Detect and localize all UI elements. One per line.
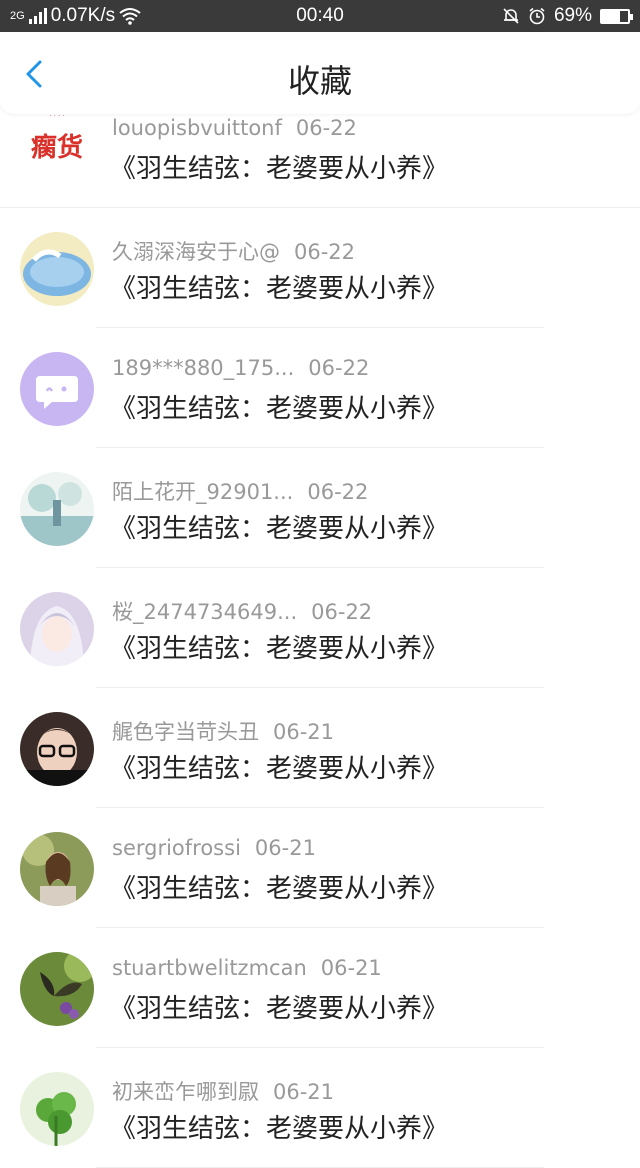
avatar bbox=[20, 592, 94, 666]
username: 艉色字当苛头丑 bbox=[112, 720, 259, 744]
page-title: 收藏 bbox=[287, 62, 352, 100]
username: sergriofrossi bbox=[112, 836, 241, 860]
favorites-list: · · · · 瘸货 louopisbvuittonf 06-22 《羽生结弦：老… bbox=[0, 88, 640, 1168]
item-meta: 初来峦乍哪到叞 06-21 bbox=[112, 1076, 334, 1106]
svg-text:瘸货: 瘸货 bbox=[31, 132, 83, 163]
battery-level bbox=[602, 10, 620, 22]
item-title: 《羽生结弦：老婆要从小养》 bbox=[110, 514, 449, 544]
avatar bbox=[20, 712, 94, 786]
item-date: 06-22 bbox=[307, 480, 369, 504]
list-item[interactable]: 陌上花开_92901... 06-22 《羽生结弦：老婆要从小养》 bbox=[0, 448, 640, 568]
item-date: 06-21 bbox=[273, 720, 335, 744]
list-item[interactable]: 桜_2474734649... 06-22 《羽生结弦：老婆要从小养》 bbox=[0, 568, 640, 688]
item-meta: 艉色字当苛头丑 06-21 bbox=[112, 716, 334, 746]
username: 189***880_175... bbox=[112, 356, 295, 380]
item-title: 《羽生结弦：老婆要从小养》 bbox=[110, 154, 449, 184]
chevron-left-icon bbox=[26, 60, 42, 88]
list-item[interactable]: 初来峦乍哪到叞 06-21 《羽生结弦：老婆要从小养》 bbox=[0, 1048, 640, 1168]
item-meta: 久溺深海安于心@ 06-22 bbox=[112, 236, 355, 266]
avatar bbox=[20, 352, 94, 426]
list-item[interactable]: 艉色字当苛头丑 06-21 《羽生结弦：老婆要从小养》 bbox=[0, 688, 640, 808]
item-title: 《羽生结弦：老婆要从小养》 bbox=[110, 994, 449, 1024]
item-date: 06-22 bbox=[294, 240, 356, 264]
list-item[interactable]: stuartbwelitzmcan 06-21 《羽生结弦：老婆要从小养》 bbox=[0, 928, 640, 1048]
avatar bbox=[20, 232, 94, 306]
item-title: 《羽生结弦：老婆要从小养》 bbox=[110, 1114, 449, 1144]
nav-header: 收藏 bbox=[0, 32, 640, 114]
list-item[interactable]: sergriofrossi 06-21 《羽生结弦：老婆要从小养》 bbox=[0, 808, 640, 928]
item-meta: 189***880_175... 06-22 bbox=[112, 356, 369, 380]
username: stuartbwelitzmcan bbox=[112, 956, 307, 980]
list-item[interactable]: 久溺深海安于心@ 06-22 《羽生结弦：老婆要从小养》 bbox=[0, 208, 640, 328]
item-date: 06-21 bbox=[273, 1080, 335, 1104]
avatar bbox=[20, 832, 94, 906]
item-date: 06-21 bbox=[254, 836, 316, 860]
item-meta: 陌上花开_92901... 06-22 bbox=[112, 476, 368, 506]
battery-percent: 69% bbox=[553, 5, 592, 26]
username: 久溺深海安于心@ bbox=[112, 240, 280, 264]
alarm-icon bbox=[529, 7, 545, 25]
item-date: 06-22 bbox=[311, 600, 373, 624]
username: 桜_2474734649... bbox=[112, 600, 298, 624]
status-bar: 2G 0.07K/s 00:40 69% bbox=[0, 0, 640, 32]
item-meta: 桜_2474734649... 06-22 bbox=[112, 596, 372, 626]
item-date: 06-21 bbox=[320, 956, 382, 980]
item-title: 《羽生结弦：老婆要从小养》 bbox=[110, 274, 449, 304]
item-title: 《羽生结弦：老婆要从小养》 bbox=[110, 394, 449, 424]
back-button[interactable] bbox=[18, 54, 54, 94]
avatar bbox=[20, 472, 94, 546]
list-item[interactable]: 189***880_175... 06-22 《羽生结弦：老婆要从小养》 bbox=[0, 328, 640, 448]
avatar bbox=[20, 952, 94, 1026]
bell-off-icon bbox=[503, 8, 519, 24]
avatar bbox=[20, 1072, 94, 1146]
item-title: 《羽生结弦：老婆要从小养》 bbox=[110, 754, 449, 784]
item-date: 06-22 bbox=[308, 356, 370, 380]
battery-icon bbox=[600, 8, 633, 24]
item-meta: stuartbwelitzmcan 06-21 bbox=[112, 956, 382, 980]
username: louopisbvuittonf bbox=[112, 116, 282, 140]
item-title: 《羽生结弦：老婆要从小养》 bbox=[110, 634, 449, 664]
item-meta: louopisbvuittonf 06-22 bbox=[112, 116, 357, 140]
item-date: 06-22 bbox=[295, 116, 357, 140]
avatar: · · · · 瘸货 bbox=[20, 104, 94, 178]
username: 初来峦乍哪到叞 bbox=[112, 1080, 259, 1104]
username: 陌上花开_92901... bbox=[112, 480, 294, 504]
item-title: 《羽生结弦：老婆要从小养》 bbox=[110, 874, 449, 904]
item-meta: sergriofrossi 06-21 bbox=[112, 836, 316, 860]
